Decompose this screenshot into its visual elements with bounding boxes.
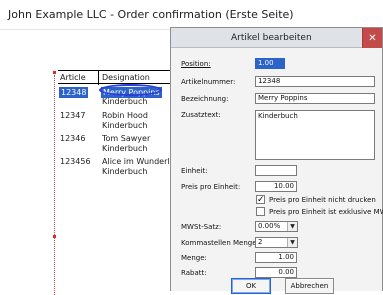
table-row[interactable]: 12348 Merry Poppins Kinderbuch bbox=[58, 84, 170, 109]
dropdown-arrow-icon[interactable]: ▼ bbox=[287, 238, 297, 247]
designation-cell[interactable]: Robin Hood bbox=[102, 111, 148, 120]
order-table: Article Designation 12348 Merry Poppins … bbox=[58, 70, 178, 290]
article-cell[interactable]: 12346 bbox=[60, 134, 85, 143]
margin-marker bbox=[53, 235, 56, 238]
kommastellen-menge-select[interactable]: 2 ▼ bbox=[255, 237, 298, 248]
margin-marker bbox=[53, 71, 56, 74]
designation-description: Kinderbuch bbox=[102, 144, 148, 153]
preis-pro-einheit-field[interactable]: 10.00 bbox=[255, 181, 297, 192]
zusatztext-field[interactable]: Kinderbuch bbox=[255, 110, 375, 160]
dialog-title: Artikel bearbeiten bbox=[231, 33, 312, 43]
position-label: Position: bbox=[181, 60, 211, 68]
order-table-header: Article Designation bbox=[58, 70, 170, 85]
preis-pro-einheit-label: Preis pro Einheit: bbox=[181, 183, 241, 191]
table-row[interactable]: 12347 Robin Hood Kinderbuch bbox=[58, 111, 170, 133]
column-header-designation: Designation bbox=[102, 73, 150, 82]
print-price-checkbox[interactable]: ✓ bbox=[256, 195, 265, 205]
designation-description: Kinderbuch bbox=[102, 121, 148, 130]
exclusive-vat-checkbox[interactable] bbox=[256, 207, 265, 216]
article-cell[interactable]: 123456 bbox=[60, 157, 91, 166]
checkmark-icon: ✓ bbox=[257, 195, 265, 205]
position-field[interactable]: 1.00 bbox=[255, 58, 285, 69]
designation-description: Kinderbuch bbox=[102, 167, 148, 176]
einheit-label: Einheit: bbox=[181, 167, 208, 175]
mwst-satz-select[interactable]: 0.00% ▼ bbox=[255, 221, 298, 232]
zusatztext-label: Zusatztext: bbox=[181, 111, 221, 119]
background-window-title: John Example LLC - Order confirmation (E… bbox=[8, 8, 294, 21]
exclusive-vat-checkbox-label: Preis pro Einheit ist exklusive MWSt. bbox=[269, 208, 383, 216]
print-price-checkbox-label: Preis pro Einheit nicht drucken bbox=[269, 196, 376, 204]
dropdown-arrow-icon[interactable]: ▼ bbox=[287, 222, 297, 231]
article-cell[interactable]: 12347 bbox=[60, 111, 85, 120]
close-button[interactable]: ✕ bbox=[362, 28, 382, 48]
kommastellen-menge-label: Kommastellen Menge: bbox=[181, 239, 259, 247]
dialog-body: Position: 1.00 Artikelnummer: 12348 Beze… bbox=[171, 49, 383, 294]
edit-article-dialog: Artikel bearbeiten ✕ Position: 1.00 Arti… bbox=[170, 27, 383, 294]
selection-highlight-ellipse bbox=[99, 84, 162, 96]
article-cell[interactable]: 12348 bbox=[59, 87, 89, 98]
background-titlebar: John Example LLC - Order confirmation (E… bbox=[0, 0, 383, 30]
rabatt-field[interactable]: 0.00 bbox=[255, 267, 297, 278]
einheit-field[interactable] bbox=[255, 165, 297, 176]
designation-cell[interactable]: Alice im Wunderle bbox=[102, 157, 175, 166]
menge-field[interactable]: 1.00 bbox=[255, 252, 297, 263]
table-row[interactable]: 12346 Tom Sawyer Kinderbuch bbox=[58, 134, 170, 156]
mwst-satz-value: 0.00% bbox=[258, 222, 281, 230]
table-row[interactable]: 123456 Alice im Wunderle Kinderbuch bbox=[58, 157, 175, 179]
dialog-titlebar[interactable]: Artikel bearbeiten ✕ bbox=[171, 28, 382, 48]
menge-label: Menge: bbox=[181, 254, 207, 262]
designation-description: Kinderbuch bbox=[102, 97, 148, 106]
left-margin-guide bbox=[54, 75, 55, 295]
ok-button[interactable]: OK bbox=[231, 278, 271, 294]
bezeichnung-field[interactable]: Merry Poppins bbox=[255, 93, 375, 104]
mwst-satz-label: MWSt-Satz: bbox=[181, 223, 222, 231]
close-icon: ✕ bbox=[368, 32, 377, 44]
rabatt-label: Rabatt: bbox=[181, 269, 207, 277]
artikelnummer-label: Artikelnummer: bbox=[181, 78, 236, 86]
header-separator bbox=[98, 71, 99, 85]
cancel-button[interactable]: Abbrechen bbox=[285, 278, 334, 294]
artikelnummer-field[interactable]: 12348 bbox=[255, 76, 375, 87]
column-header-article: Article bbox=[60, 73, 86, 82]
bezeichnung-label: Bezeichnung: bbox=[181, 95, 229, 103]
designation-cell[interactable]: Tom Sawyer bbox=[102, 134, 150, 143]
kommastellen-menge-value: 2 bbox=[258, 238, 263, 246]
